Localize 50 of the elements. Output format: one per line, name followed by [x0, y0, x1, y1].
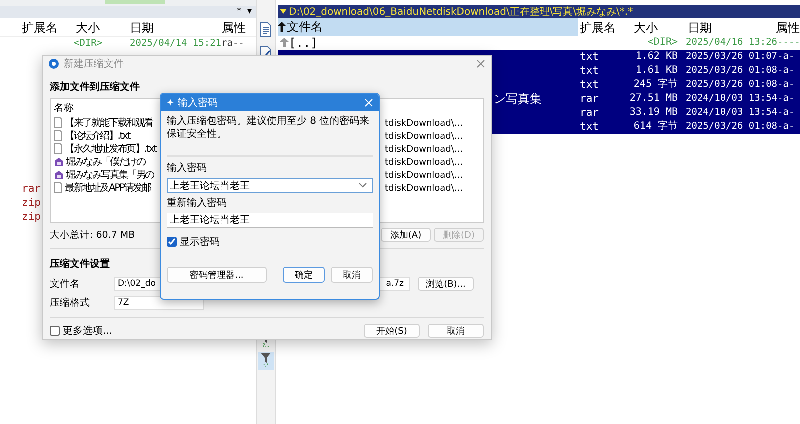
file-name-cell: ン写真集 — [494, 92, 542, 106]
size-cell-text: 33.19 MB — [628, 106, 678, 120]
extension-cell: txt — [580, 64, 599, 78]
date-cell: 2025/03/26 01:08-a- — [686, 64, 795, 78]
field-label: 压缩格式 — [50, 296, 91, 310]
date-cell: 2025/04/14 15:21 ra-- — [130, 37, 244, 51]
field-label: 重新输入密码 — [167, 196, 228, 210]
size-cell-text: 614 字节 — [632, 120, 678, 134]
extension-cell: rar — [22, 182, 41, 196]
dialog-title: 新建压缩文件 — [64, 58, 124, 71]
extension-cell: zip — [22, 196, 41, 210]
path-cell: tdiskDownload\... — [385, 118, 463, 128]
size-cell: <DIR> — [74, 37, 103, 51]
date-cell: 2025/04/16 13:26---- — [686, 36, 800, 50]
date-cell: 2025/03/26 01:08-a- — [686, 120, 795, 134]
date-cell: 2024/10/03 13:54-a- — [686, 106, 795, 120]
extension-cell: rar — [580, 106, 599, 120]
attribute-cell: -a- — [778, 65, 795, 76]
extension-cell: txt — [580, 78, 599, 92]
file-name-cell: [..] — [280, 36, 318, 50]
section-heading: 添加文件到压缩文件 — [50, 80, 141, 94]
path-cell: tdiskDownload\... — [385, 158, 463, 168]
extension-cell: txt — [580, 120, 599, 134]
date-cell: 2025/03/26 01:08-a- — [686, 78, 795, 92]
path-cell: tdiskDownload\... — [385, 132, 463, 142]
total-size-label: 大小总计: 60.7 MB — [50, 228, 136, 242]
dialog-title: 输入密码 — [178, 96, 218, 110]
size-cell-text: 1.62 KB — [634, 50, 678, 64]
attribute-cell: -a- — [778, 51, 795, 62]
attribute-cell: ---- — [778, 37, 800, 48]
attribute-cell: -a- — [778, 121, 795, 132]
extension-cell: zip — [22, 210, 41, 224]
size-cell-text: <DIR> — [646, 36, 678, 50]
attribute-cell: -a- — [778, 79, 795, 90]
attribute-cell: -a- — [778, 93, 795, 104]
field-label: 输入密码 — [167, 162, 208, 175]
size-cell-text: 27.51 MB — [628, 92, 678, 106]
path-cell: tdiskDownload\... — [385, 184, 463, 194]
field-label: 文件名 — [50, 278, 81, 291]
path-cell: tdiskDownload\... — [385, 144, 463, 154]
size-cell-text: 1.61 KB — [634, 64, 678, 78]
extension-cell: rar — [580, 92, 599, 106]
attribute-cell: ra-- — [222, 38, 244, 49]
attribute-cell: -a- — [778, 107, 795, 118]
extension-cell: txt — [580, 50, 599, 64]
section-heading: 压缩文件设置 — [50, 258, 111, 271]
date-cell: 2025/03/26 01:07-a- — [686, 50, 795, 64]
path-cell: tdiskDownload\... — [385, 170, 463, 180]
size-cell-text: 245 字节 — [632, 78, 678, 92]
date-cell: 2024/10/03 13:54-a- — [686, 92, 795, 106]
